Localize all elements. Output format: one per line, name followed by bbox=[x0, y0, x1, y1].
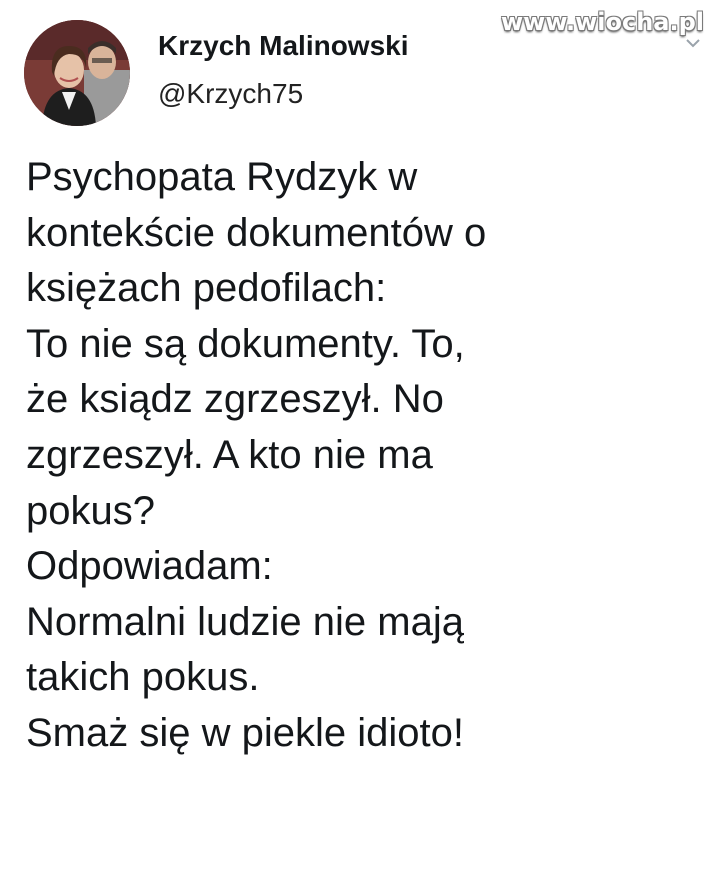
tweet-line: Normalni ludzie nie mają bbox=[26, 599, 464, 644]
tweet-line: kontekście dokumentów o bbox=[26, 210, 487, 255]
tweet-text: Psychopata Rydzyk w kontekście dokumentó… bbox=[26, 150, 696, 762]
tweet-line: księżach pedofilach: bbox=[26, 266, 387, 311]
author-names: Krzych Malinowski @Krzych75 bbox=[158, 30, 409, 112]
user-handle[interactable]: @Krzych75 bbox=[158, 76, 409, 112]
avatar[interactable] bbox=[24, 20, 130, 126]
tweet-card: www.wiocha.pl Krzych Malinowski @Krzych7… bbox=[0, 0, 720, 874]
chevron-down-icon[interactable] bbox=[686, 36, 700, 50]
display-name[interactable]: Krzych Malinowski bbox=[158, 28, 409, 64]
tweet-line: że ksiądz zgrzeszył. No bbox=[26, 377, 444, 422]
tweet-line: takich pokus. bbox=[26, 655, 260, 700]
tweet-line: zgrzeszył. A kto nie ma bbox=[26, 432, 433, 477]
tweet-header: Krzych Malinowski @Krzych75 bbox=[24, 20, 409, 126]
tweet-line: Psychopata Rydzyk w bbox=[26, 155, 418, 199]
tweet-line: pokus? bbox=[26, 488, 155, 533]
watermark: www.wiocha.pl bbox=[500, 8, 704, 36]
tweet-line: Odpowiadam: bbox=[26, 544, 273, 589]
tweet-line: Smaż się w piekle idioto! bbox=[26, 710, 464, 755]
tweet-line: To nie są dokumenty. To, bbox=[26, 321, 465, 366]
